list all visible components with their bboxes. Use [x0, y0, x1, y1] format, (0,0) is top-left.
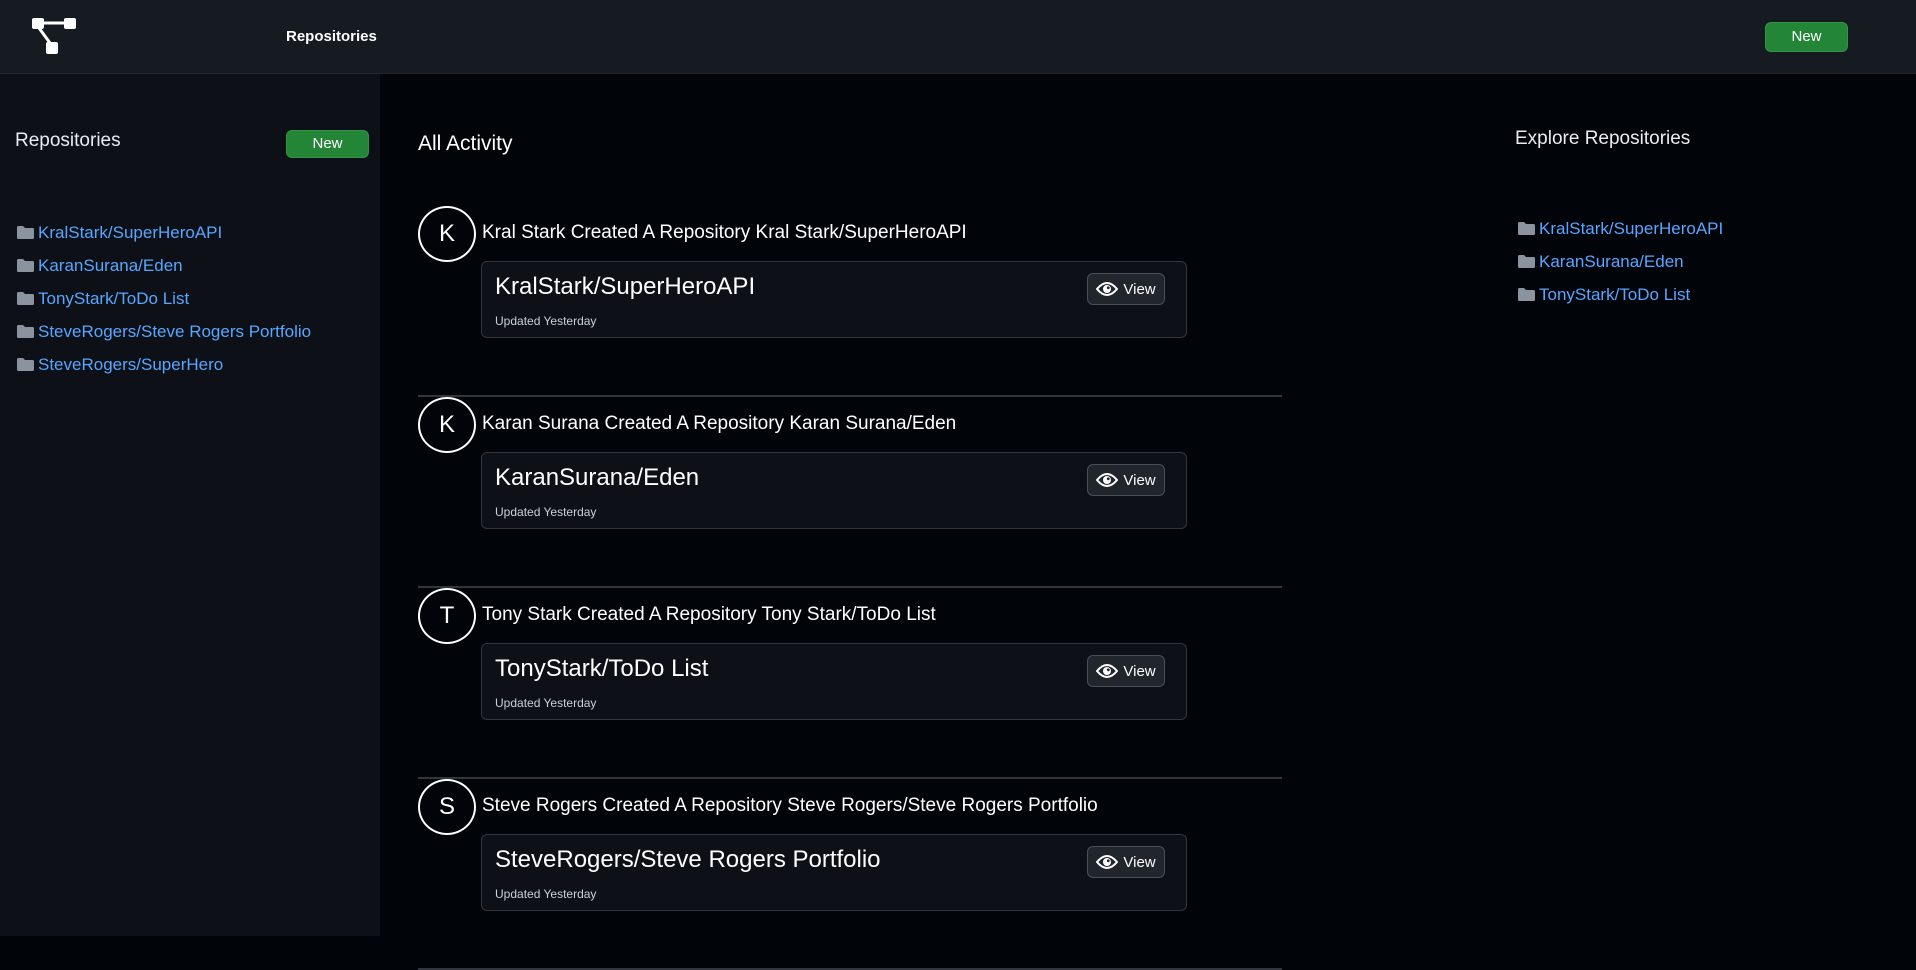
folder-icon: [1518, 288, 1535, 301]
explore-repo-list: KralStark/SuperHeroAPI KaranSurana/Eden To…: [1517, 212, 1723, 311]
repo-link[interactable]: KaranSurana/Eden: [38, 256, 183, 276]
activity-text: Kral Stark Created A Repository Kral Sta…: [482, 222, 967, 243]
activity-item: K Karan Surana Created A Repository Karan…: [418, 397, 1282, 588]
repo-card-title: KaranSurana/Eden: [495, 464, 700, 491]
repo-link[interactable]: TonyStark/ToDo List: [1539, 285, 1690, 305]
sidebar-repo-item[interactable]: SteveRogers/SuperHero: [16, 348, 311, 381]
repo-updated-text: Updated Yesterday: [495, 887, 597, 901]
folder-icon: [17, 226, 34, 239]
sidebar-new-repo-button[interactable]: New: [286, 130, 369, 158]
logo-icon[interactable]: [30, 16, 82, 58]
avatar[interactable]: K: [418, 397, 476, 453]
repo-card: SteveRogers/Steve Rogers Portfolio Update…: [481, 834, 1187, 911]
view-button-label: View: [1123, 853, 1156, 871]
explore-repo-item[interactable]: TonyStark/ToDo List: [1517, 278, 1723, 311]
repo-card: KaranSurana/Eden Updated Yesterday View: [481, 452, 1187, 529]
sidebar-repo-list: KralStark/SuperHeroAPI KaranSurana/Eden To…: [16, 216, 311, 381]
repo-updated-text: Updated Yesterday: [495, 696, 597, 710]
folder-icon: [17, 325, 34, 338]
eye-icon: [1096, 855, 1119, 869]
header-new-button[interactable]: New: [1765, 22, 1848, 52]
sidebar: Repositories New KralStark/SuperHeroAPI K…: [0, 74, 380, 936]
page-title: All Activity: [418, 132, 513, 155]
view-repo-button[interactable]: View: [1087, 273, 1165, 305]
avatar[interactable]: S: [418, 779, 476, 835]
explore-repo-item[interactable]: KaranSurana/Eden: [1517, 245, 1723, 278]
eye-icon: [1096, 664, 1119, 678]
eye-icon: [1096, 282, 1119, 296]
repo-link[interactable]: KralStark/SuperHeroAPI: [1539, 219, 1723, 239]
repo-card-title: TonyStark/ToDo List: [495, 655, 709, 682]
sidebar-repo-item[interactable]: KaranSurana/Eden: [16, 249, 311, 282]
activity-feed: K Kral Stark Created A Repository Kral St…: [418, 206, 1282, 970]
repo-card: TonyStark/ToDo List Updated Yesterday View: [481, 643, 1187, 720]
avatar[interactable]: K: [418, 206, 476, 262]
sidebar-title: Repositories: [15, 130, 121, 151]
activity-item: S Steve Rogers Created A Repository Steve…: [418, 779, 1282, 970]
folder-icon: [1518, 222, 1535, 235]
explore-title: Explore Repositories: [1515, 128, 1691, 149]
view-button-label: View: [1123, 471, 1156, 489]
folder-icon: [17, 259, 34, 272]
repo-link[interactable]: KralStark/SuperHeroAPI: [38, 223, 222, 243]
top-navbar: Repositories New: [0, 0, 1916, 74]
explore-repo-item[interactable]: KralStark/SuperHeroAPI: [1517, 212, 1723, 245]
sidebar-repo-item[interactable]: TonyStark/ToDo List: [16, 282, 311, 315]
nav-repositories-link[interactable]: Repositories: [286, 28, 377, 45]
repo-link[interactable]: SteveRogers/SuperHero: [38, 355, 223, 375]
view-repo-button[interactable]: View: [1087, 655, 1165, 687]
avatar[interactable]: T: [418, 588, 476, 644]
folder-icon: [1518, 255, 1535, 268]
repo-updated-text: Updated Yesterday: [495, 314, 597, 328]
activity-item: T Tony Stark Created A Repository Tony St…: [418, 588, 1282, 779]
folder-icon: [17, 292, 34, 305]
repo-link[interactable]: TonyStark/ToDo List: [38, 289, 189, 309]
sidebar-repo-item[interactable]: SteveRogers/Steve Rogers Portfolio: [16, 315, 311, 348]
sidebar-repo-item[interactable]: KralStark/SuperHeroAPI: [16, 216, 311, 249]
view-repo-button[interactable]: View: [1087, 846, 1165, 878]
eye-icon: [1096, 473, 1119, 487]
view-repo-button[interactable]: View: [1087, 464, 1165, 496]
repo-card-title: SteveRogers/Steve Rogers Portfolio: [495, 846, 881, 873]
repo-link[interactable]: SteveRogers/Steve Rogers Portfolio: [38, 322, 311, 342]
repo-card-title: KralStark/SuperHeroAPI: [495, 273, 756, 300]
activity-item: K Kral Stark Created A Repository Kral St…: [418, 206, 1282, 397]
repo-link[interactable]: KaranSurana/Eden: [1539, 252, 1684, 272]
folder-icon: [17, 358, 34, 371]
repo-card: KralStark/SuperHeroAPI Updated Yesterday V…: [481, 261, 1187, 338]
activity-text: Karan Surana Created A Repository Karan …: [482, 413, 957, 434]
repo-updated-text: Updated Yesterday: [495, 505, 597, 519]
view-button-label: View: [1123, 662, 1156, 680]
activity-text: Tony Stark Created A Repository Tony Sta…: [482, 604, 936, 625]
view-button-label: View: [1123, 280, 1156, 298]
activity-text: Steve Rogers Created A Repository Steve …: [482, 795, 1098, 816]
